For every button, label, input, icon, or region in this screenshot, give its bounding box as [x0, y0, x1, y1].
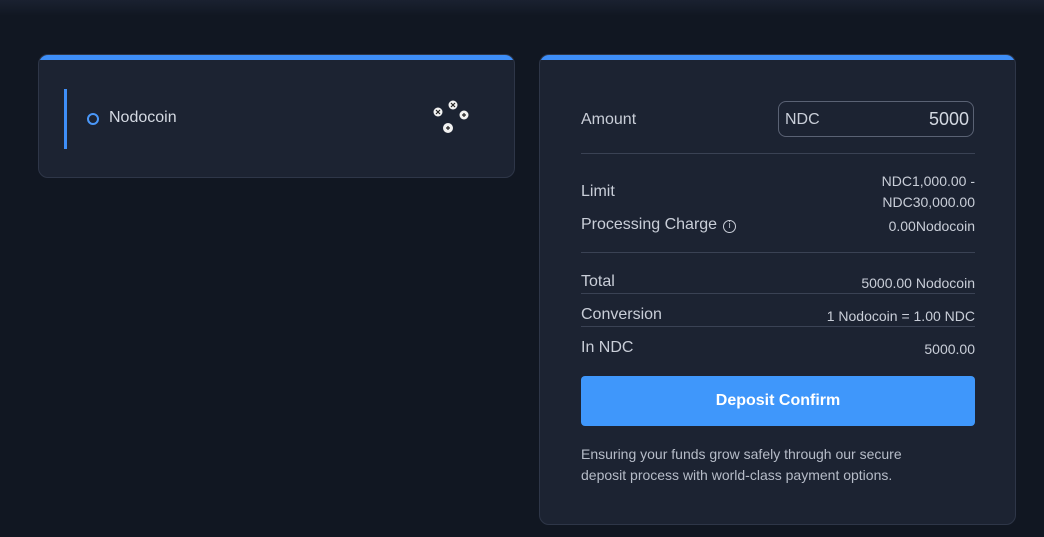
in-ndc-row: In NDC 5000.00	[581, 338, 975, 360]
total-row: Total 5000.00 Nodocoin	[581, 272, 975, 294]
in-ndc-label: In NDC	[581, 339, 634, 356]
amount-currency: NDC	[785, 111, 820, 128]
limit-value-max: NDC30,000.00	[882, 194, 975, 210]
deposit-summary-card: Amount NDC Limit NDC1,000.00 - NDC30,000…	[539, 54, 1016, 525]
total-label: Total	[581, 273, 615, 290]
nodocoin-logo-icon	[433, 100, 469, 133]
conversion-label: Conversion	[581, 306, 662, 323]
limit-value-min: NDC1,000.00 -	[881, 173, 975, 189]
limit-row: Limit NDC1,000.00 - NDC30,000.00	[581, 173, 975, 213]
total-value: 5000.00 Nodocoin	[861, 275, 975, 291]
divider	[581, 293, 975, 294]
deposit-note: Ensuring your funds grow safely through …	[581, 446, 902, 483]
in-ndc-value: 5000.00	[924, 341, 975, 357]
top-bar	[0, 0, 1044, 16]
amount-field[interactable]: NDC	[778, 101, 974, 137]
amount-label: Amount	[581, 111, 637, 128]
payment-method-label: Nodocoin	[109, 109, 177, 126]
amount-input[interactable]	[849, 107, 969, 131]
deposit-confirm-button[interactable]: Deposit Confirm	[581, 376, 975, 426]
conversion-value: 1 Nodocoin = 1.00 NDC	[826, 308, 975, 324]
divider	[581, 326, 975, 327]
conversion-row: Conversion 1 Nodocoin = 1.00 NDC	[581, 305, 975, 327]
payment-method-nodocoin[interactable]: Nodocoin	[64, 89, 497, 149]
radio-selected-icon[interactable]	[87, 113, 99, 125]
charge-row: Processing Charge i 0.00Nodocoin	[581, 215, 975, 237]
limit-label: Limit	[581, 183, 615, 200]
charge-label: Processing Charge	[581, 216, 718, 233]
charge-value: 0.00Nodocoin	[888, 218, 975, 234]
divider	[581, 153, 975, 154]
charge-label-wrap: Processing Charge i	[581, 216, 737, 234]
info-icon[interactable]: i	[723, 220, 737, 233]
divider	[581, 252, 975, 253]
payment-method-card: Nodocoin	[38, 54, 515, 178]
